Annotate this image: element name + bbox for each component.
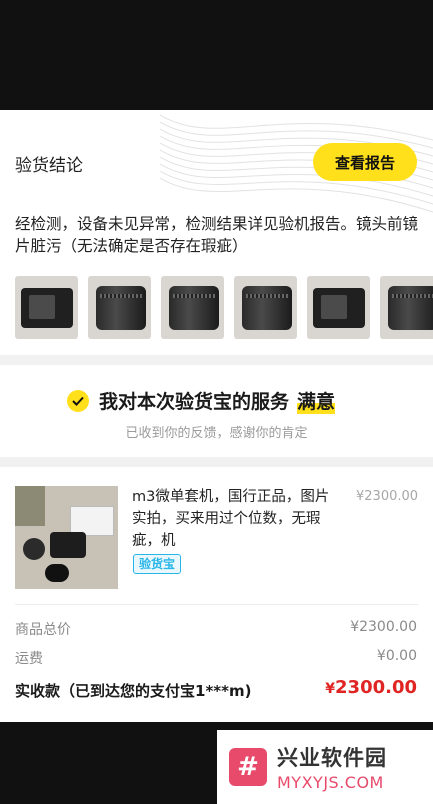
divider bbox=[15, 604, 418, 605]
product-title[interactable]: m3微单套机，国行正品，图片实拍，买来用过个位数，无瑕疵，机 bbox=[132, 486, 342, 552]
satisfaction-text: 我对本次验货宝的服务 bbox=[99, 391, 290, 413]
subtotal-label: 商品总价 bbox=[15, 622, 71, 638]
lens-thumbnail[interactable] bbox=[380, 276, 433, 339]
camera-body-thumbnail[interactable] bbox=[15, 276, 78, 339]
shipping-label: 运费 bbox=[15, 651, 43, 667]
order-card: m3微单套机，国行正品，图片实拍，买来用过个位数，无瑕疵，机 ¥2300.00 … bbox=[0, 467, 433, 722]
satisfaction-row: 我对本次验货宝的服务 满意 bbox=[67, 387, 336, 414]
inspection-photo-strip bbox=[15, 276, 433, 340]
inspection-card: 验货结论 查看报告 经检测，设备未见异常，检测结果详见验机报告。镜头前镜片脏污（… bbox=[0, 110, 433, 355]
product-price: ¥2300.00 bbox=[356, 489, 419, 504]
inspection-title: 验货结论 bbox=[15, 156, 83, 176]
total-amount: 2300.00 bbox=[335, 677, 417, 698]
section-gap bbox=[0, 457, 433, 467]
watermark-subtitle: MYXYJS.COM bbox=[277, 773, 384, 792]
site-watermark: # 兴业软件园 MYXYJS.COM bbox=[217, 730, 433, 804]
subtotal-value: ¥2300.00 bbox=[350, 619, 417, 635]
camera-with-lens-thumbnail[interactable] bbox=[307, 276, 371, 339]
satisfaction-card: 我对本次验货宝的服务 满意 已收到你的反馈，感谢你的肯定 bbox=[0, 365, 433, 457]
total-received-value: ¥2300.00 bbox=[325, 677, 417, 698]
top-dark-area bbox=[0, 0, 433, 110]
shipping-value: ¥0.00 bbox=[376, 648, 417, 664]
satisfaction-highlight: 满意 bbox=[297, 387, 336, 414]
inspection-service-badge: 验货宝 bbox=[133, 554, 182, 574]
product-image[interactable] bbox=[15, 486, 118, 589]
lens-thumbnail[interactable] bbox=[88, 276, 152, 339]
hash-logo-icon: # bbox=[229, 748, 267, 786]
order-detail-page: 验货结论 查看报告 经检测，设备未见异常，检测结果详见验机报告。镜头前镜片脏污（… bbox=[0, 110, 433, 722]
check-circle-icon bbox=[67, 389, 89, 412]
total-received-label: 实收款（已到达您的支付宝1***m) bbox=[15, 682, 252, 700]
inspection-conclusion: 经检测，设备未见异常，检测结果详见验机报告。镜头前镜片脏污（无法确定是否存在瑕疵… bbox=[15, 215, 419, 255]
watermark-text: 兴业软件园 MYXYJS.COM bbox=[277, 742, 387, 792]
section-gap bbox=[0, 355, 433, 365]
satisfaction-subtext: 已收到你的反馈，感谢你的肯定 bbox=[125, 426, 308, 441]
view-report-button[interactable]: 查看报告 bbox=[313, 143, 417, 181]
watermark-title: 兴业软件园 bbox=[277, 746, 387, 770]
lens-thumbnail[interactable] bbox=[161, 276, 225, 339]
currency-symbol: ¥ bbox=[325, 681, 336, 697]
lens-thumbnail[interactable] bbox=[234, 276, 298, 339]
